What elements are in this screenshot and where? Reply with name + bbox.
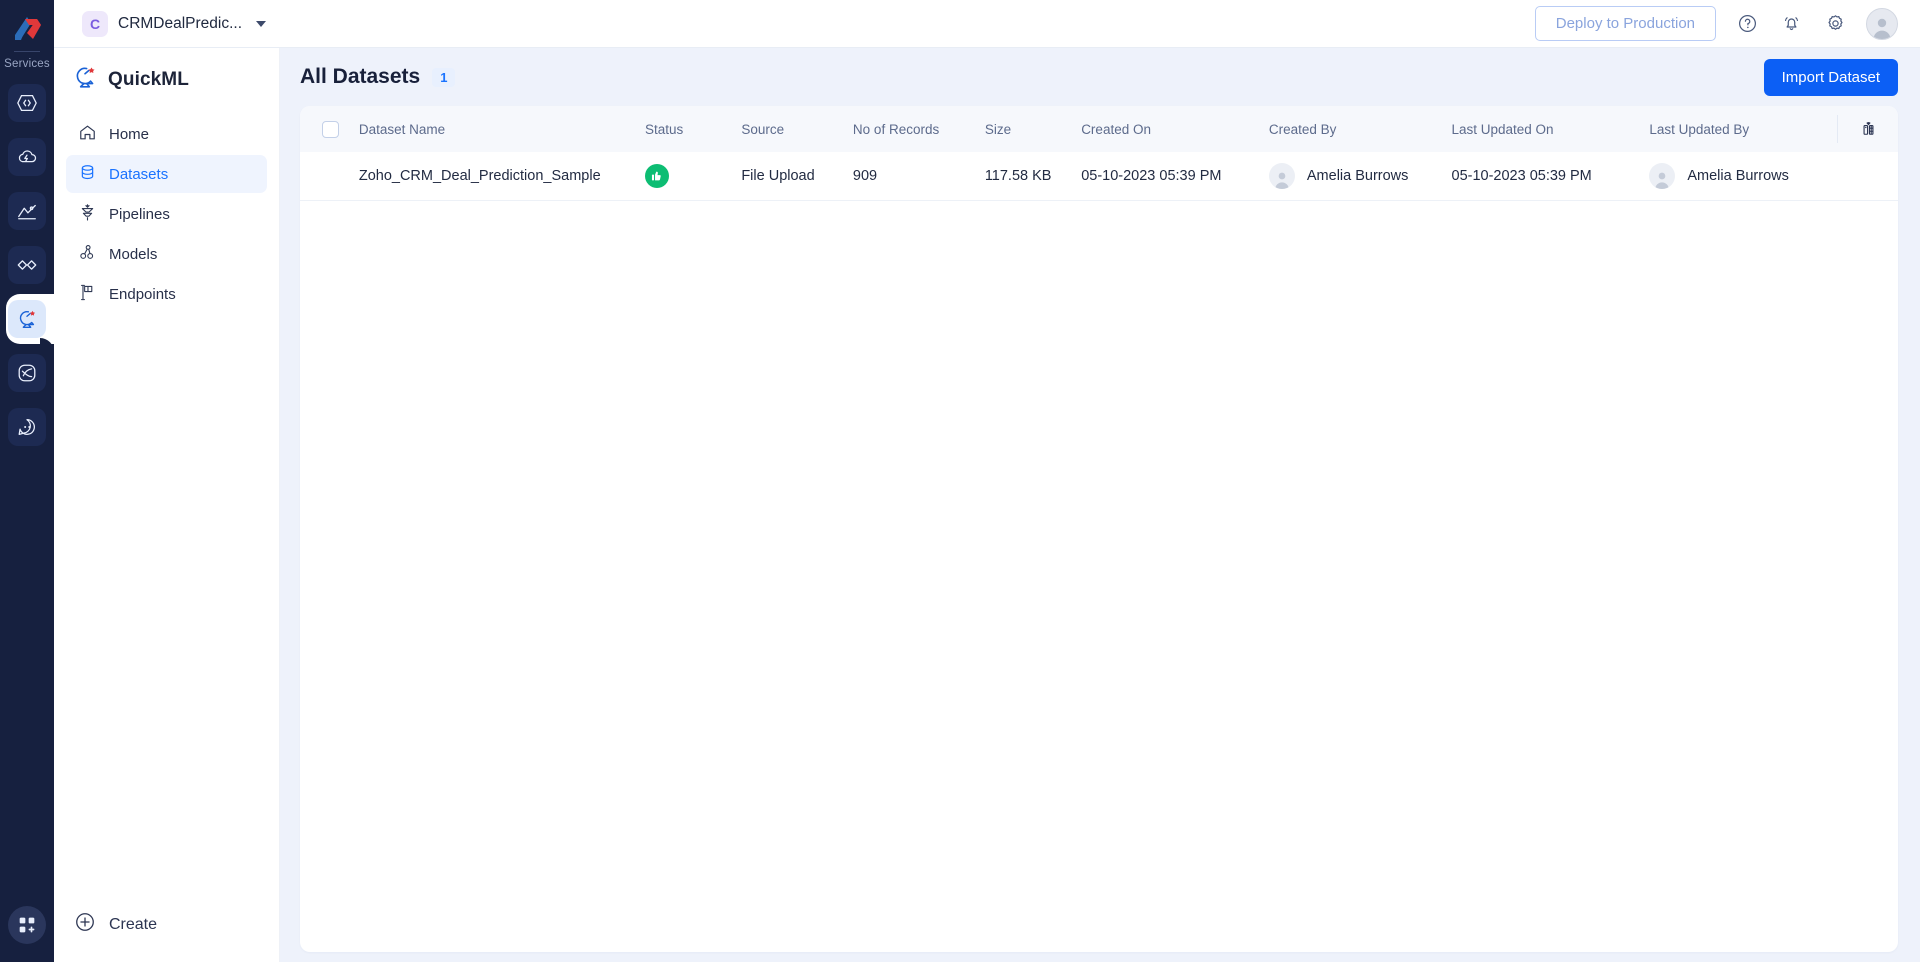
column-settings-header xyxy=(1837,106,1898,152)
cell-source: File Upload xyxy=(741,167,815,184)
deploy-to-production-button[interactable]: Deploy to Production xyxy=(1534,6,1716,41)
created-by-name: Amelia Burrows xyxy=(1306,167,1409,184)
last-updated-by-name: Amelia Burrows xyxy=(1687,167,1789,184)
sidebar-item-label: Models xyxy=(109,245,158,263)
thumbs-up-icon xyxy=(652,171,662,181)
rail-item-analytics[interactable] xyxy=(0,192,54,230)
funnel-icon xyxy=(78,203,97,226)
cell-status xyxy=(644,152,741,200)
plus-circle-icon xyxy=(74,911,96,938)
quickml-satellite-icon xyxy=(72,64,98,95)
status-badge xyxy=(644,163,669,188)
datasets-card: Dataset Name Status Source No of Records… xyxy=(300,106,1898,952)
dataset-count-badge: 1 xyxy=(432,67,456,87)
database-icon xyxy=(78,163,97,186)
rail-icon-list xyxy=(0,84,54,446)
sidebar-item-endpoints[interactable]: Endpoints xyxy=(66,275,267,313)
column-header-size[interactable]: Size xyxy=(985,106,1081,152)
column-header-last-updated-by[interactable]: Last Updated By xyxy=(1649,106,1837,152)
apps-grid-plus-icon xyxy=(8,906,46,944)
cell-no-of-records: 909 xyxy=(852,167,878,184)
app-root: Services C CRMDealPredic... Deploy to Pr… xyxy=(0,0,1920,962)
page-header: All Datasets 1 Import Dataset xyxy=(280,48,1920,106)
gear-icon[interactable] xyxy=(1822,11,1848,37)
project-avatar: C xyxy=(82,10,108,37)
row-actions-cell xyxy=(1837,152,1898,200)
import-dataset-button[interactable]: Import Dataset xyxy=(1763,58,1898,96)
project-name: CRMDealPredic... xyxy=(118,14,243,32)
datasets-table: Dataset Name Status Source No of Records… xyxy=(300,106,1898,201)
column-header-created-on[interactable]: Created On xyxy=(1081,106,1269,152)
rail-item-orbit[interactable] xyxy=(0,354,54,392)
sidebar-item-home[interactable]: Home xyxy=(66,115,267,153)
cloud-flash-icon xyxy=(8,138,46,176)
rail-item-flow[interactable] xyxy=(0,246,54,284)
column-header-last-updated-on[interactable]: Last Updated On xyxy=(1452,106,1650,152)
row-select-cell xyxy=(300,152,359,200)
bell-icon[interactable] xyxy=(1778,11,1804,37)
code-brackets-icon xyxy=(8,84,46,122)
rail-item-code[interactable] xyxy=(0,84,54,122)
column-settings-icon[interactable] xyxy=(1837,115,1898,143)
column-header-status[interactable]: Status xyxy=(645,106,741,152)
rail-divider xyxy=(14,51,40,52)
home-icon xyxy=(78,123,97,146)
sidebar-item-label: Pipelines xyxy=(109,205,170,223)
column-header-source[interactable]: Source xyxy=(741,106,853,152)
table-row[interactable]: Zoho_CRM_Deal_Prediction_Sample File Upl… xyxy=(300,152,1898,200)
cell-last-updated-on: 05-10-2023 05:39 PM xyxy=(1451,167,1592,184)
orbit-icon xyxy=(8,354,46,392)
avatar xyxy=(1649,162,1676,189)
sidebar-nav: Home Datasets Pipelines Models Endpoints xyxy=(54,115,279,313)
last-updated-by-person: Amelia Burrows xyxy=(1649,162,1837,189)
avatar xyxy=(1268,162,1295,189)
rail-item-quickml[interactable] xyxy=(0,286,54,352)
select-all-header xyxy=(300,106,359,152)
avatar[interactable] xyxy=(1866,7,1898,40)
column-header-created-by[interactable]: Created By xyxy=(1269,106,1452,152)
services-rail: Services xyxy=(0,0,54,962)
quickml-brand: QuickML xyxy=(54,48,279,105)
sidebar-item-label: Endpoints xyxy=(109,285,176,303)
chat-bubble-icon xyxy=(8,408,46,446)
table-body: Zoho_CRM_Deal_Prediction_Sample File Upl… xyxy=(300,152,1898,200)
models-nodes-icon xyxy=(78,243,97,266)
cell-dataset-name[interactable]: Zoho_CRM_Deal_Prediction_Sample xyxy=(359,152,645,200)
quickml-satellite-icon xyxy=(8,300,46,338)
services-label: Services xyxy=(4,58,50,70)
main-content: All Datasets 1 Import Dataset Dataset Na… xyxy=(280,48,1920,962)
top-bar-actions: Deploy to Production xyxy=(1534,6,1898,41)
help-circle-icon[interactable] xyxy=(1734,11,1760,37)
cell-created-by: Amelia Burrows xyxy=(1268,152,1452,200)
sidebar: QuickML Home Datasets Pipelines Models E… xyxy=(54,48,280,962)
analytics-chart-icon xyxy=(8,192,46,230)
flag-icon xyxy=(78,283,97,306)
select-all-checkbox[interactable] xyxy=(322,120,339,138)
rail-item-cloud[interactable] xyxy=(0,138,54,176)
cell-size: 117.58 KB xyxy=(984,167,1052,184)
sidebar-item-models[interactable]: Models xyxy=(66,235,267,273)
cell-created-on: 05-10-2023 05:39 PM xyxy=(1081,167,1222,184)
brand-title: QuickML xyxy=(108,68,189,90)
flow-diamond-icon xyxy=(8,246,46,284)
column-header-dataset-name[interactable]: Dataset Name xyxy=(359,106,645,152)
table-header: Dataset Name Status Source No of Records… xyxy=(300,106,1898,152)
column-header-no-of-records[interactable]: No of Records xyxy=(853,106,985,152)
sidebar-item-datasets[interactable]: Datasets xyxy=(66,155,267,193)
cell-last-updated-by: Amelia Burrows xyxy=(1649,152,1837,200)
sidebar-item-pipelines[interactable]: Pipelines xyxy=(66,195,267,233)
rail-item-chat[interactable] xyxy=(0,408,54,446)
create-button[interactable]: Create xyxy=(54,911,279,962)
rail-item-apps[interactable] xyxy=(8,906,46,944)
created-by-person: Amelia Burrows xyxy=(1268,162,1452,189)
create-label: Create xyxy=(109,915,158,933)
table-header-row: Dataset Name Status Source No of Records… xyxy=(300,106,1898,152)
zoho-logo[interactable] xyxy=(7,10,47,48)
page-title: All Datasets xyxy=(300,65,421,88)
sidebar-item-label: Datasets xyxy=(109,165,169,183)
sidebar-item-label: Home xyxy=(109,125,150,143)
top-bar: C CRMDealPredic... Deploy to Production xyxy=(54,0,1920,48)
chevron-down-icon xyxy=(256,20,267,27)
project-selector[interactable]: C CRMDealPredic... xyxy=(82,10,267,37)
